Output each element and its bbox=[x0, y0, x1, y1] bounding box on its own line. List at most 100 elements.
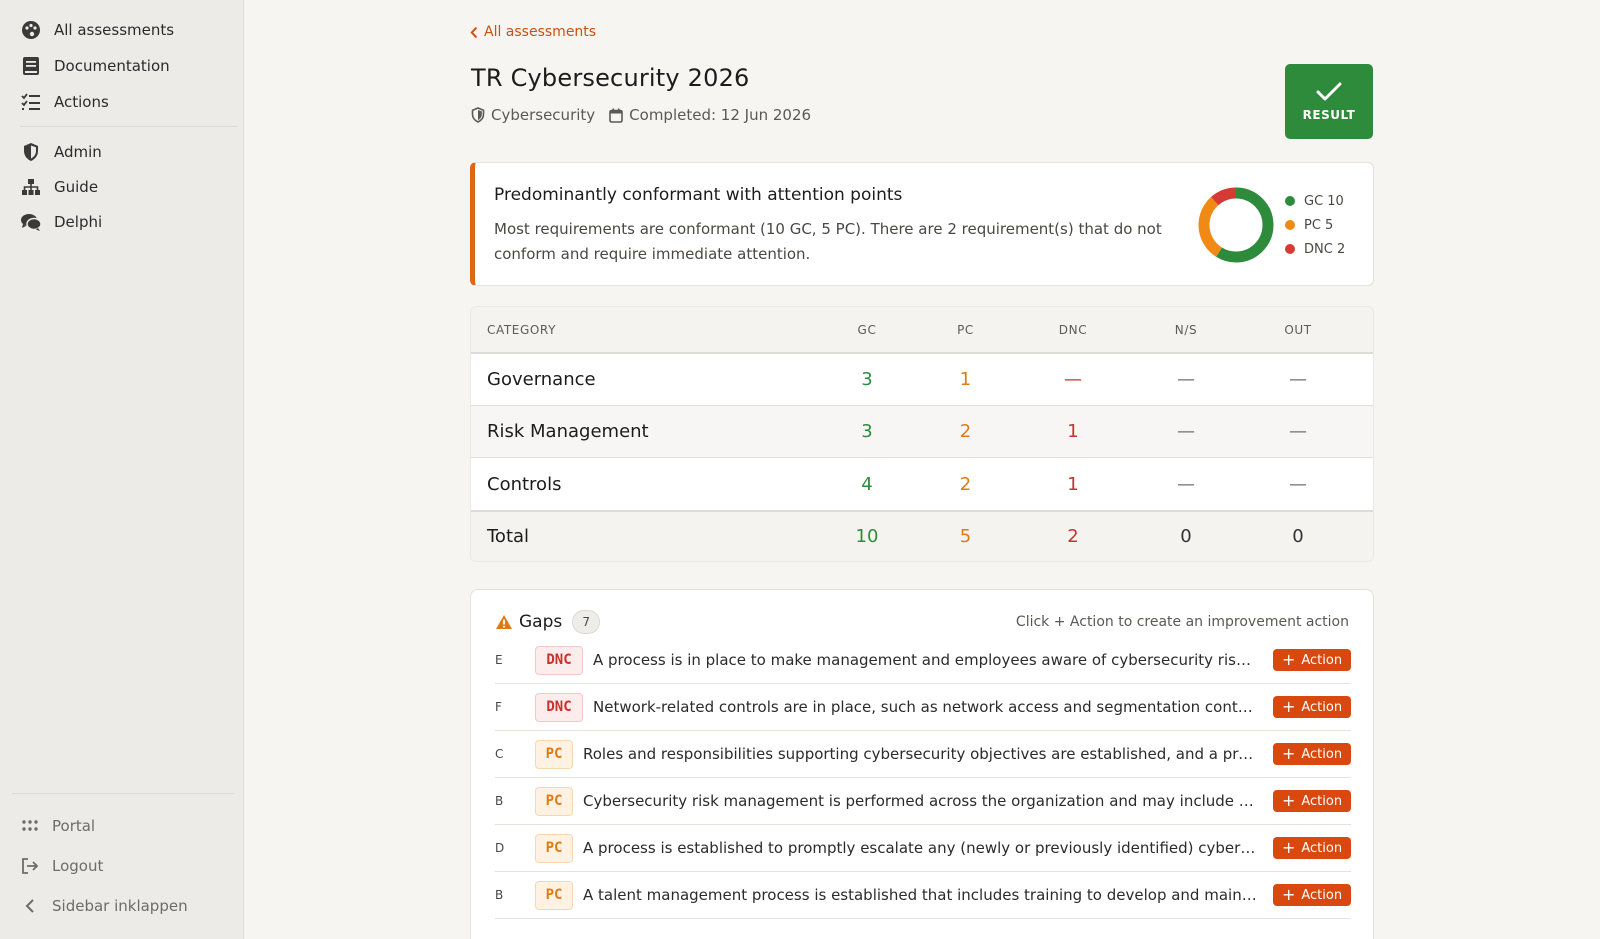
action-label: Action bbox=[1301, 840, 1343, 856]
header-gc: GC bbox=[857, 322, 877, 337]
completed-label: Completed: 12 Jun 2026 bbox=[629, 106, 812, 124]
legend-dot bbox=[1285, 244, 1295, 254]
row-category: Governance bbox=[487, 369, 596, 390]
logout-button[interactable]: Logout bbox=[20, 853, 103, 879]
gap-text: A process is in place to make management… bbox=[593, 651, 1273, 669]
grid-icon bbox=[20, 816, 40, 836]
result-label: RESULT bbox=[1302, 107, 1356, 122]
sidebar-item-admin[interactable]: Admin bbox=[20, 138, 102, 166]
table-row: Governance 3 1 — — — bbox=[471, 354, 1373, 406]
gap-item: B PC Cybersecurity risk management is pe… bbox=[495, 778, 1351, 825]
sidebar: All assessments Documentation Actions Ad… bbox=[0, 0, 244, 939]
add-action-button[interactable]: + Action bbox=[1273, 884, 1351, 906]
gap-item: B PC A talent management process is esta… bbox=[495, 872, 1351, 919]
legend-label: GC 10 bbox=[1304, 193, 1344, 209]
row-ns: — bbox=[1177, 473, 1195, 495]
add-action-button[interactable]: + Action bbox=[1273, 696, 1351, 718]
donut-legend: GC 10 PC 5 DNC 2 bbox=[1285, 189, 1345, 261]
book-icon bbox=[20, 55, 42, 77]
add-action-button[interactable]: + Action bbox=[1273, 837, 1351, 859]
plus-icon: + bbox=[1281, 885, 1296, 904]
result-button[interactable]: RESULT bbox=[1285, 64, 1373, 139]
plus-icon: + bbox=[1281, 744, 1296, 763]
shield-icon bbox=[471, 107, 485, 123]
portal-link[interactable]: Portal bbox=[20, 813, 95, 839]
status-badge: PC bbox=[535, 880, 573, 910]
header-pc: PC bbox=[957, 322, 974, 337]
bottom-divider bbox=[12, 793, 234, 794]
header-category: CATEGORY bbox=[487, 322, 557, 337]
gap-text: A process is established to promptly esc… bbox=[583, 839, 1273, 857]
row-gc: 4 bbox=[861, 473, 873, 495]
sidebar-item-label: Guide bbox=[54, 178, 99, 196]
gap-letter: D bbox=[495, 841, 505, 855]
total-pc: 5 bbox=[959, 526, 972, 547]
legend-dot bbox=[1285, 196, 1295, 206]
category-meta: Cybersecurity bbox=[471, 106, 595, 124]
logout-label: Logout bbox=[52, 857, 104, 875]
legend-item: PC 5 bbox=[1285, 213, 1345, 237]
shield-icon bbox=[20, 141, 42, 163]
row-dnc: 1 bbox=[1067, 473, 1079, 495]
header-dnc: DNC bbox=[1058, 322, 1088, 337]
checklist-icon bbox=[20, 91, 42, 113]
sidebar-item-label: Actions bbox=[54, 93, 109, 111]
header-ns: N/S bbox=[1174, 322, 1198, 337]
row-dnc: — bbox=[1064, 369, 1082, 390]
row-gc: 3 bbox=[861, 421, 873, 442]
sidebar-item-documentation[interactable]: Documentation bbox=[20, 52, 170, 80]
gap-letter: F bbox=[495, 700, 502, 714]
gaps-hint: Click + Action to create an improvement … bbox=[1015, 614, 1349, 630]
gap-letter: B bbox=[495, 794, 504, 808]
row-dnc: 1 bbox=[1067, 421, 1079, 442]
gap-letter: C bbox=[495, 747, 504, 761]
row-pc: 2 bbox=[959, 421, 972, 442]
conformance-donut-chart bbox=[1198, 187, 1274, 263]
summary-text: Most requirements are conformant (10 GC,… bbox=[494, 220, 1162, 263]
check-icon bbox=[1316, 82, 1342, 100]
completed-meta: Completed: 12 Jun 2026 bbox=[609, 106, 811, 124]
summary-card: Predominantly conformant with attention … bbox=[470, 162, 1374, 286]
row-out: — bbox=[1289, 369, 1307, 390]
total-out: 0 bbox=[1292, 526, 1304, 547]
legend-label: PC 5 bbox=[1304, 217, 1334, 233]
row-category: Risk Management bbox=[487, 421, 649, 442]
action-label: Action bbox=[1301, 652, 1343, 668]
gap-text: Roles and responsibilities supporting cy… bbox=[583, 745, 1273, 763]
legend-dot bbox=[1285, 220, 1295, 230]
gaps-count-badge: 7 bbox=[572, 610, 601, 634]
palette-icon bbox=[20, 19, 42, 41]
gap-text: Cybersecurity risk management is perform… bbox=[583, 792, 1273, 810]
status-badge: DNC bbox=[535, 692, 583, 722]
sidebar-item-delphi[interactable]: Delphi bbox=[20, 208, 102, 236]
table-total-row: Total 10 5 2 0 0 bbox=[471, 510, 1373, 561]
plus-icon: + bbox=[1281, 838, 1296, 857]
add-action-button[interactable]: + Action bbox=[1273, 743, 1351, 765]
sidebar-item-actions[interactable]: Actions bbox=[20, 88, 109, 116]
sidebar-item-all-assessments[interactable]: All assessments bbox=[20, 16, 174, 44]
add-action-button[interactable]: + Action bbox=[1273, 790, 1351, 812]
table-header: CATEGORY GC PC DNC N/S OUT bbox=[471, 307, 1373, 354]
nav-divider bbox=[20, 126, 238, 127]
collapse-sidebar-button[interactable]: Sidebar inklappen bbox=[20, 893, 188, 919]
plus-icon: + bbox=[1281, 791, 1296, 810]
sitemap-icon bbox=[20, 176, 42, 198]
row-out: — bbox=[1289, 473, 1307, 495]
category-label: Cybersecurity bbox=[491, 106, 596, 124]
gap-item: C PC Roles and responsibilities supporti… bbox=[495, 731, 1351, 778]
portal-label: Portal bbox=[52, 817, 96, 835]
sidebar-item-label: Delphi bbox=[54, 213, 103, 231]
row-ns: — bbox=[1177, 369, 1195, 390]
back-link[interactable]: All assessments bbox=[470, 24, 596, 40]
gaps-panel: Gaps 7 Click + Action to create an impro… bbox=[470, 589, 1374, 939]
warning-icon bbox=[496, 615, 512, 629]
legend-item: GC 10 bbox=[1285, 189, 1345, 213]
gap-letter: B bbox=[495, 888, 504, 902]
page-title: TR Cybersecurity 2026 bbox=[471, 64, 750, 92]
add-action-button[interactable]: + Action bbox=[1273, 649, 1351, 671]
sidebar-item-guide[interactable]: Guide bbox=[20, 173, 98, 201]
row-ns: — bbox=[1177, 421, 1195, 442]
main-content: All assessments TR Cybersecurity 2026 Cy… bbox=[244, 0, 1600, 939]
gap-text: Network-related controls are in place, s… bbox=[593, 698, 1273, 716]
row-pc: 1 bbox=[959, 369, 972, 390]
